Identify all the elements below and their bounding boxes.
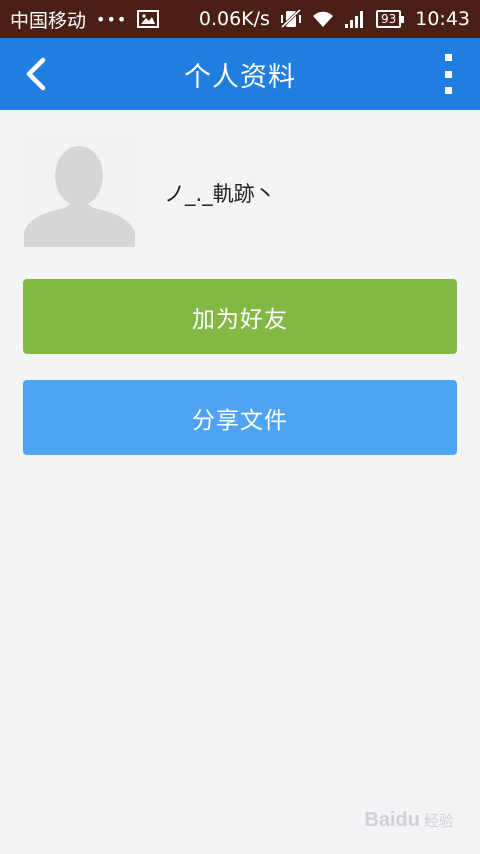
wifi-icon: [312, 10, 334, 28]
chevron-left-icon: [26, 57, 46, 91]
vibrate-off-icon: [280, 9, 302, 29]
more-dot-icon: [444, 54, 452, 61]
more-dot-icon: [444, 87, 452, 94]
signal-icon: [344, 10, 366, 28]
back-button[interactable]: [16, 50, 56, 98]
clock: 10:43: [415, 8, 470, 30]
battery-icon: 93: [375, 10, 405, 28]
avatar[interactable]: [24, 136, 135, 247]
profile-nickname: ノ_._軌跡丶: [164, 182, 276, 206]
add-friend-label: 加为好友: [192, 306, 288, 333]
default-avatar-icon: [24, 146, 135, 247]
share-file-label: 分享文件: [192, 407, 288, 434]
title-bar: 个人资料: [0, 38, 480, 110]
watermark-sub: 经验: [423, 813, 454, 830]
image-notification-icon: [137, 10, 160, 28]
notification-dots: •••: [96, 9, 128, 29]
status-bar: 中国移动 ••• 0.06K/s 93 10:43: [0, 0, 480, 38]
share-file-button[interactable]: 分享文件: [23, 380, 457, 455]
carrier-name: 中国移动: [10, 9, 87, 32]
page-title: 个人资料: [184, 61, 296, 93]
status-right: 0.06K/s 93 10:43: [199, 8, 470, 30]
network-speed: 0.06K/s: [198, 8, 270, 30]
watermark-brand: Baidu: [364, 809, 420, 831]
baidu-watermark: Baidu 经验: [364, 809, 454, 832]
more-dot-icon: [444, 70, 452, 78]
add-friend-button[interactable]: 加为好友: [23, 279, 457, 354]
more-options-button[interactable]: [436, 54, 460, 94]
status-left: 中国移动 •••: [10, 6, 160, 33]
